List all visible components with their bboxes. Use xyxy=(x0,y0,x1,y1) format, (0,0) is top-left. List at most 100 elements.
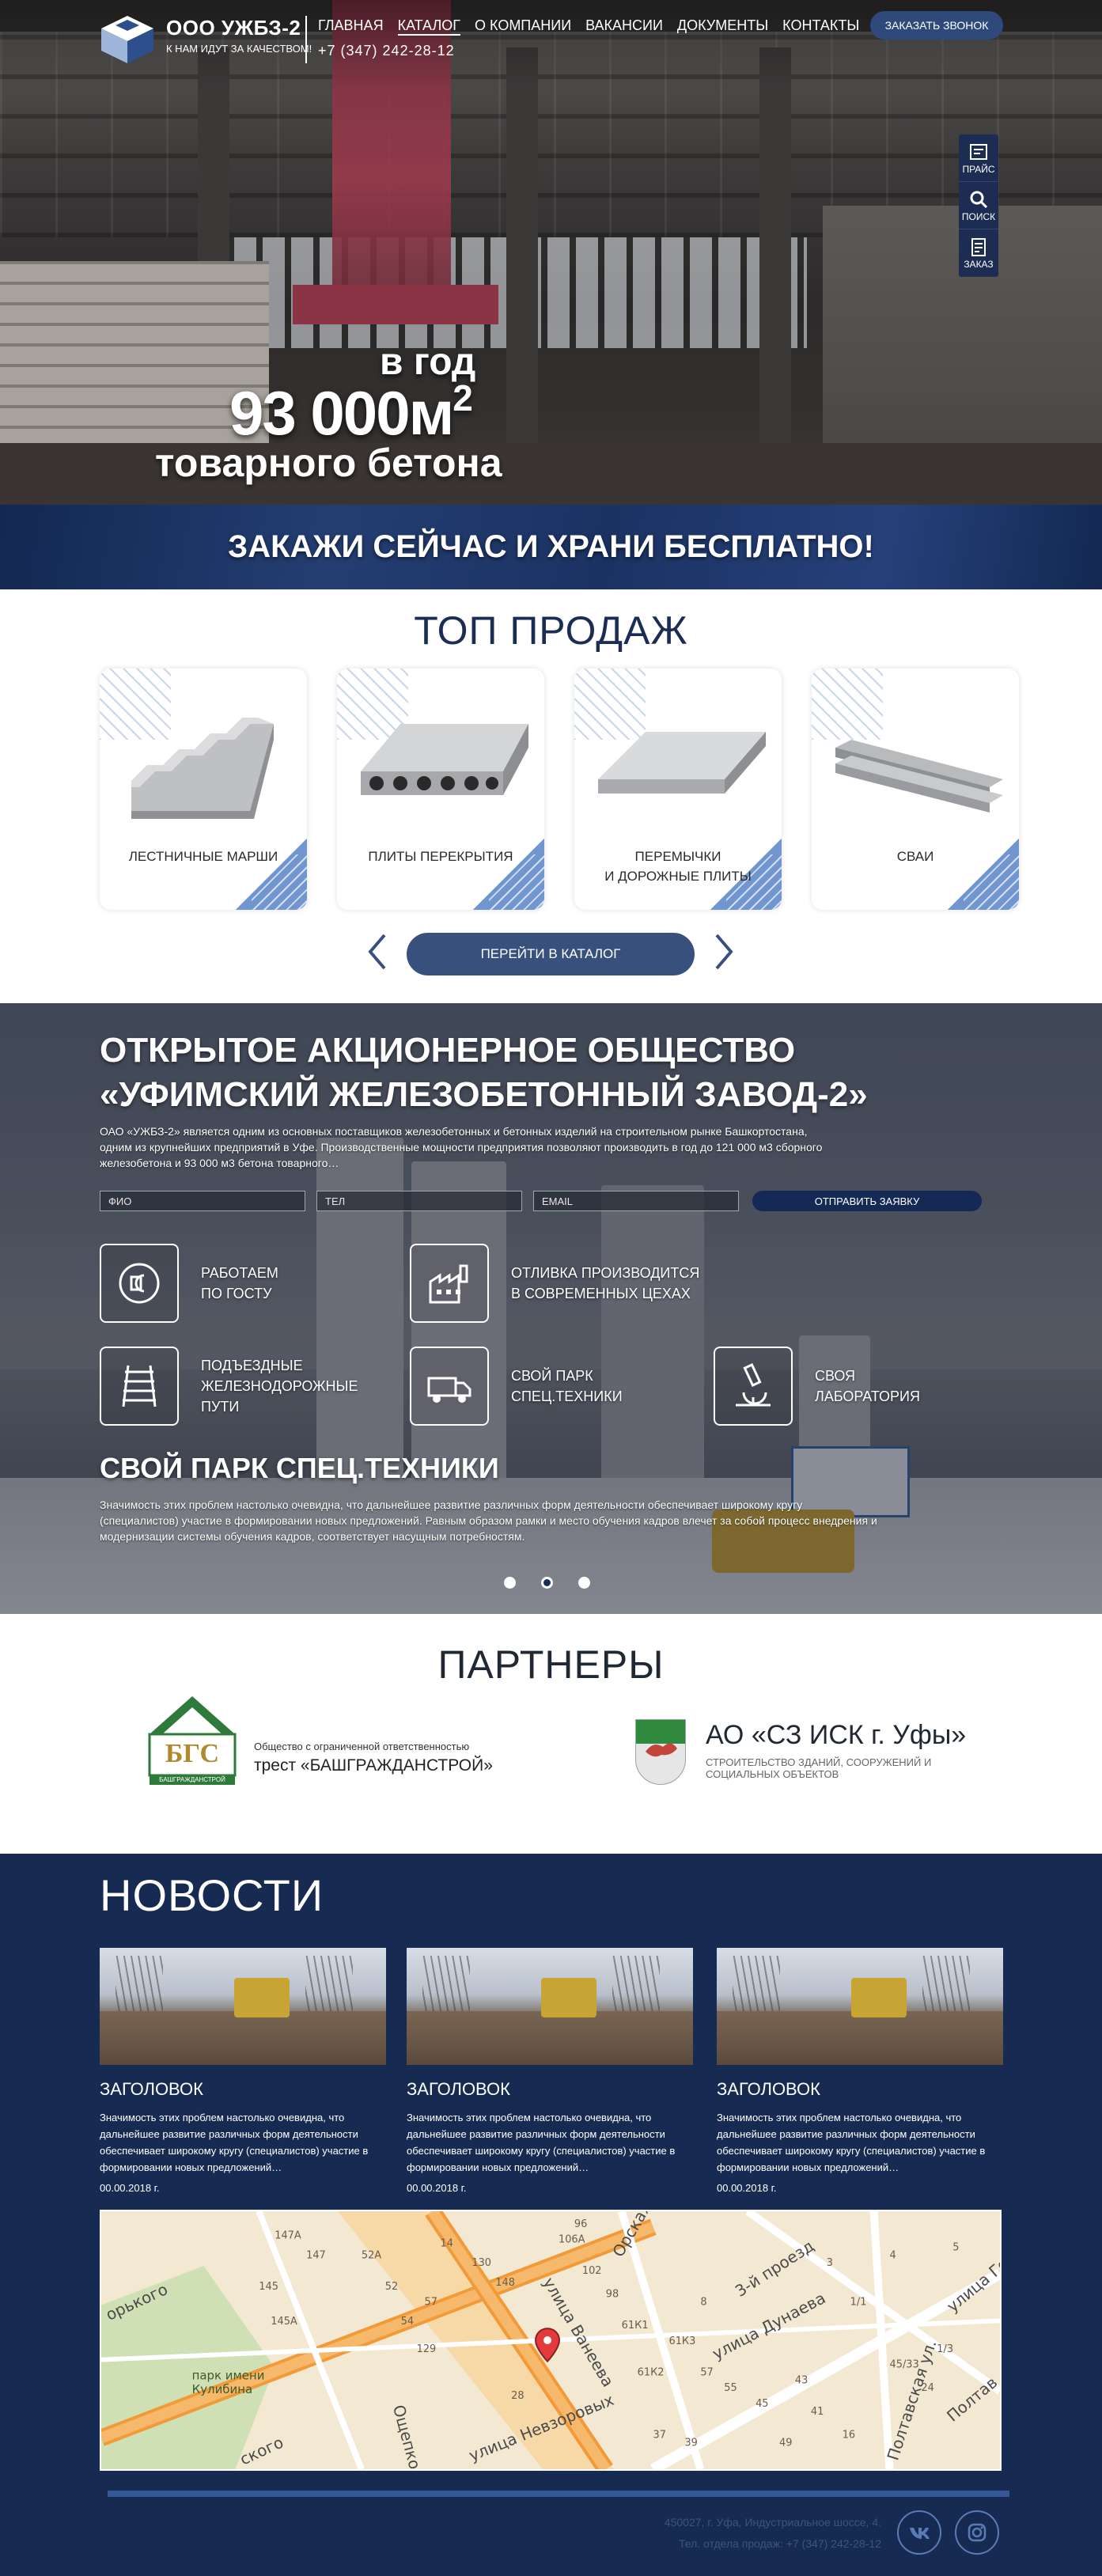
hero-volume: 93 000м xyxy=(229,378,454,448)
footer-phone[interactable]: Тел. отдела продаж: +7 (347) 242-28-12 xyxy=(554,2533,881,2555)
request-form: ОТПРАВИТЬ ЗАЯВКУ xyxy=(100,1191,982,1211)
feature-icon-box xyxy=(410,1244,489,1323)
nav-item-6[interactable]: КОНТАКТЫ xyxy=(782,17,859,36)
news-headline[interactable]: ЗАГОЛОВОК xyxy=(100,2079,386,2100)
nav-item-5[interactable]: ДОКУМЕНТЫ xyxy=(677,17,768,36)
main-nav: ГЛАВНАЯ КАТАЛОГ О КОМПАНИИ ВАКАНСИИ ДОКУМЕНТ… xyxy=(318,17,859,36)
feature-icon-box xyxy=(410,1347,489,1426)
brand-name: ООО УЖБЗ-2 xyxy=(166,16,301,40)
map-house-number: 5 xyxy=(952,2241,959,2253)
vk-icon xyxy=(910,2528,930,2539)
news-headline[interactable]: ЗАГОЛОВОК xyxy=(717,2079,1003,2100)
bgs-logo-text: БГС xyxy=(165,1739,220,1768)
map-house-number: 145 xyxy=(259,2281,278,2293)
partner-subtitle: СТРОИТЕЛЬСТВО ЗДАНИЙ, СООРУЖЕНИЙ И СОЦИА… xyxy=(706,1756,932,1780)
price-icon xyxy=(970,143,987,160)
news-card[interactable]: ЗАГОЛОВОК Значимость этих проблем настол… xyxy=(717,1948,1003,2194)
product-card-stairs[interactable]: ЛЕСТНИЧНЫЕ МАРШИ xyxy=(100,669,307,910)
map-house-number: 61К2 xyxy=(638,2367,665,2379)
map-house-number: 1/1 xyxy=(850,2297,867,2309)
feature-label: ПОДЪЕЗДНЫЕ ЖЕЛЕЗНОДОРОЖНЫЕ ПУТИ xyxy=(201,1358,358,1415)
news-image-ground xyxy=(407,2011,693,2065)
location-map[interactable]: 147А 147 145 145А 52А 52 54 57 130 148 14 129 106А 10… xyxy=(100,2210,1002,2471)
map-house-number: 39 xyxy=(684,2437,697,2449)
news-image xyxy=(100,1948,386,2065)
news-image-ground xyxy=(717,2011,1003,2065)
side-tool-search[interactable]: ПОИСК xyxy=(959,182,998,229)
stairs-icon xyxy=(131,718,274,819)
partner-sz-isk[interactable]: АО «СЗ ИСК г. Уфы» СТРОИТЕЛЬСТВО ЗДАНИЙ,… xyxy=(633,1717,989,1788)
nav-item-3[interactable]: О КОМПАНИИ xyxy=(475,17,571,36)
news-card[interactable]: ЗАГОЛОВОК Значимость этих проблем настол… xyxy=(407,1948,693,2194)
side-toolbar: ПРАЙС ПОИСК ЗАКАЗ xyxy=(959,134,998,277)
name-field[interactable] xyxy=(100,1191,305,1211)
news-image-bulldozer xyxy=(541,1978,596,2017)
map-house-number: 43 xyxy=(795,2374,808,2386)
hero-slogan-line2: 93 000м2 xyxy=(229,377,473,449)
header-phone[interactable]: +7 (347) 242-28-12 xyxy=(318,43,455,59)
product-card-hollow-slabs[interactable]: ПЛИТЫ ПЕРЕКРЫТИЯ xyxy=(337,669,544,910)
feature-vehicles: СВОЙ ПАРК СПЕЦ.ТЕХНИКИ xyxy=(410,1347,623,1426)
product-card-piles[interactable]: СВАИ xyxy=(812,669,1019,910)
brand-slogan: К НАМ ИДУТ ЗА КАЧЕСТВОМ! xyxy=(166,43,312,55)
bgs-logo-caption: БАШГРАЖДАНСТРОЙ xyxy=(159,1776,225,1783)
side-tool-label: ЗАКАЗ xyxy=(964,259,994,270)
slider-dot[interactable] xyxy=(504,1577,516,1589)
email-field[interactable] xyxy=(533,1191,739,1211)
news-title: НОВОСТИ xyxy=(100,1870,324,1920)
map-house-number: 8 xyxy=(700,2297,706,2309)
map-house-number: 148 xyxy=(495,2277,515,2289)
feature-label: СВОЯ ЛАБОРАТОРИЯ xyxy=(815,1368,920,1404)
nav-item-1[interactable]: ГЛАВНАЯ xyxy=(318,17,384,36)
partner-bashgrazhdanstroy[interactable]: БГС БАШГРАЖДАНСТРОЙ Общество с ограничен… xyxy=(146,1693,494,1788)
product-card-road-slabs[interactable]: ПЕРЕМЫЧКИ И ДОРОЖНЫЕ ПЛИТЫ xyxy=(574,669,782,910)
map-house-number: 147А xyxy=(275,2230,301,2242)
partner-name: АО «СЗ ИСК г. Уфы» xyxy=(706,1720,967,1750)
news-card[interactable]: ЗАГОЛОВОК Значимость этих проблем настол… xyxy=(100,1948,386,2194)
carousel-next-arrow[interactable] xyxy=(712,932,736,972)
footer-address: 450027, г. Уфа, Индустриальное шоссе, 4. xyxy=(664,2516,881,2529)
carousel-prev-arrow[interactable] xyxy=(365,932,389,972)
side-tool-price[interactable]: ПРАЙС xyxy=(959,134,998,182)
map-house-number: 14 xyxy=(440,2238,453,2250)
nav-item-4[interactable]: ВАКАНСИИ xyxy=(585,17,663,36)
product-label: ЛЕСТНИЧНЫЕ МАРШИ xyxy=(128,849,278,864)
feature-icon-box xyxy=(714,1347,793,1426)
side-tool-label: ПРАЙС xyxy=(962,163,995,175)
road-slab-icon xyxy=(598,732,766,794)
vk-link[interactable] xyxy=(897,2510,941,2555)
partner-name: трест «БАШГРАЖДАНСТРОЙ» xyxy=(254,1756,493,1775)
map-house-number: 147 xyxy=(306,2249,326,2261)
news-date: 00.00.2018 г. xyxy=(100,2182,160,2194)
feature-factory: ОТЛИВКА ПРОИЗВОДИТСЯ В СОВРЕМЕННЫХ ЦЕХАХ xyxy=(410,1244,699,1323)
news-image-bulldozer xyxy=(851,1978,907,2017)
map-house-number: 130 xyxy=(471,2257,491,2269)
map-house-number: 41 xyxy=(811,2406,824,2418)
nav-item-2[interactable]: КАТАЛОГ xyxy=(397,17,461,36)
truck-icon xyxy=(427,1377,471,1403)
promo-banner[interactable]: ЗАКАЖИ СЕЙЧАС И ХРАНИ БЕСПЛАТНО! xyxy=(0,505,1102,589)
product-label: СВАИ xyxy=(896,849,934,864)
feature-label: СВОЙ ПАРК СПЕЦ.ТЕХНИКИ xyxy=(511,1368,623,1404)
company-logo[interactable] xyxy=(100,14,155,65)
side-tool-label: ПОИСК xyxy=(961,210,996,222)
send-request-button[interactable]: ОТПРАВИТЬ ЗАЯВКУ xyxy=(752,1191,982,1211)
instagram-link[interactable] xyxy=(955,2510,999,2555)
piles-icon xyxy=(835,740,1003,813)
news-excerpt: Значимость этих проблем настолько очевид… xyxy=(717,2112,986,2173)
map-park-label-line: парк имени xyxy=(192,2368,265,2382)
news-image xyxy=(407,1948,693,2065)
feature-label: ОТЛИВКА ПРОИЗВОДИТСЯ В СОВРЕМЕННЫХ ЦЕХАХ xyxy=(511,1265,700,1301)
phone-field[interactable] xyxy=(316,1191,522,1211)
map-house-number: 52 xyxy=(385,2281,398,2293)
map-house-number: 145А xyxy=(271,2316,297,2328)
order-call-button[interactable]: ЗАКАЗАТЬ ЗВОНОК xyxy=(870,11,1003,40)
news-headline[interactable]: ЗАГОЛОВОК xyxy=(407,2079,693,2100)
hero-shade xyxy=(0,0,1102,505)
go-to-catalog-button[interactable]: ПЕРЕЙТИ В КАТАЛОГ xyxy=(407,933,695,975)
slider-dot[interactable] xyxy=(578,1577,590,1589)
railway-icon xyxy=(122,1365,157,1407)
side-tool-order[interactable]: ЗАКАЗ xyxy=(959,229,998,277)
order-icon xyxy=(971,238,986,256)
slider-dot-active[interactable] xyxy=(541,1577,553,1589)
